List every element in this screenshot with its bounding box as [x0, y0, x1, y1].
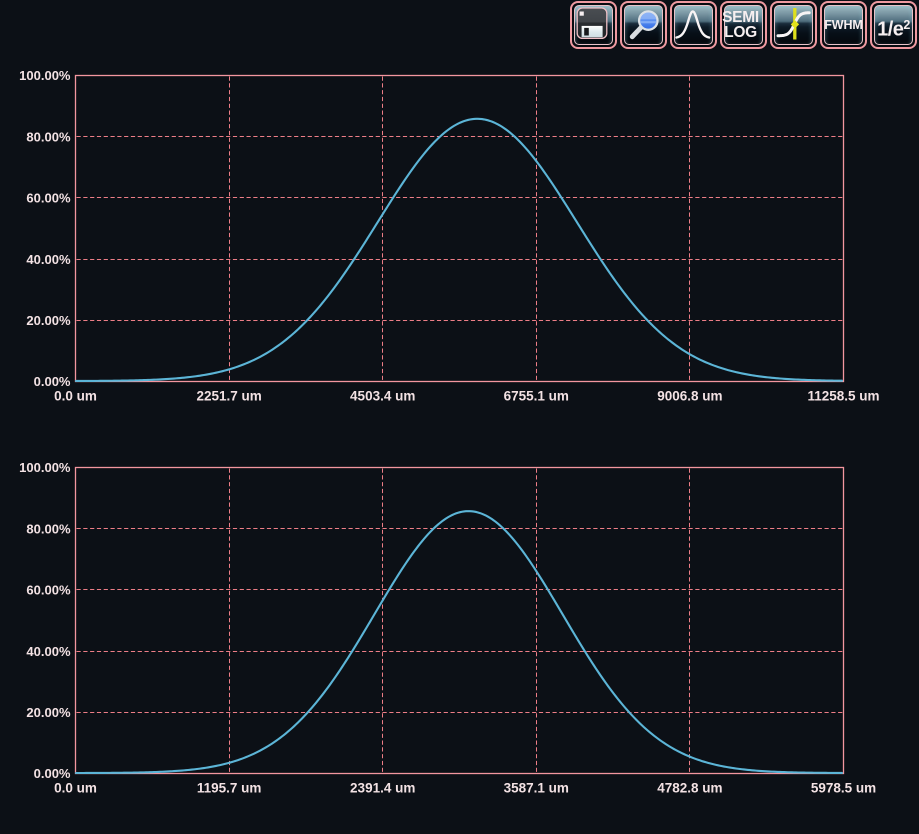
svg-text:20.00%: 20.00%	[26, 705, 71, 720]
svg-text:5978.5 um: 5978.5 um	[811, 781, 876, 796]
svg-text:4782.8 um: 4782.8 um	[657, 781, 722, 796]
svg-text:4503.4 um: 4503.4 um	[350, 388, 415, 403]
svg-text:0.00%: 0.00%	[34, 766, 71, 781]
svg-text:80.00%: 80.00%	[26, 129, 71, 144]
svg-text:0.0 um: 0.0 um	[54, 388, 97, 403]
svg-text:100.00%: 100.00%	[19, 68, 71, 83]
svg-text:2251.7 um: 2251.7 um	[196, 388, 261, 403]
svg-text:60.00%: 60.00%	[26, 583, 71, 598]
svg-text:60.00%: 60.00%	[26, 191, 71, 206]
svg-text:80.00%: 80.00%	[26, 521, 71, 536]
svg-text:0.0 um: 0.0 um	[54, 781, 97, 796]
svg-text:1195.7 um: 1195.7 um	[197, 781, 262, 796]
svg-text:6755.1 um: 6755.1 um	[504, 388, 569, 403]
svg-text:0.00%: 0.00%	[34, 374, 71, 389]
svg-text:20.00%: 20.00%	[26, 313, 71, 328]
svg-text:9006.8 um: 9006.8 um	[657, 388, 722, 403]
svg-text:11258.5 um: 11258.5 um	[807, 388, 879, 403]
svg-text:2391.4 um: 2391.4 um	[350, 781, 415, 796]
svg-text:40.00%: 40.00%	[26, 644, 71, 659]
svg-text:40.00%: 40.00%	[26, 252, 71, 267]
svg-text:100.00%: 100.00%	[19, 460, 71, 475]
svg-text:3587.1 um: 3587.1 um	[504, 781, 569, 796]
